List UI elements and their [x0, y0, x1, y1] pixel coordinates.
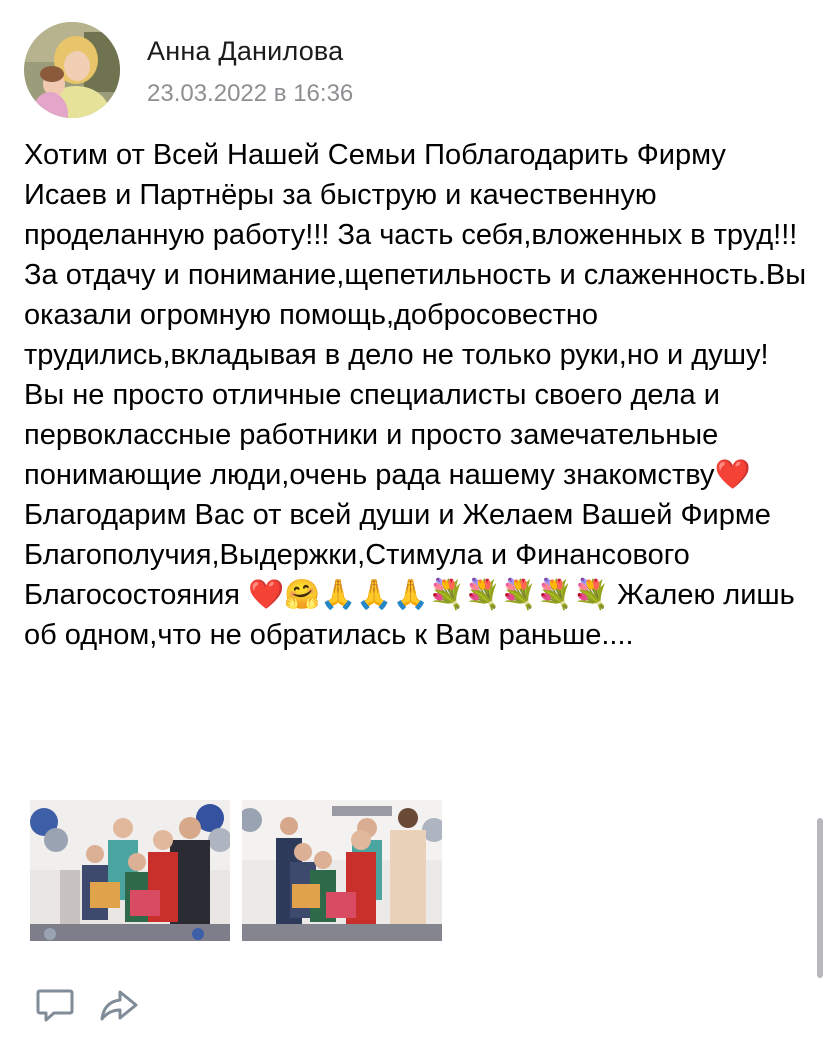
post-text: Хотим от Всей Нашей Семьи Поблагодарить …: [24, 139, 815, 651]
comment-icon: [36, 989, 74, 1022]
scrollbar[interactable]: [817, 818, 823, 978]
post-photo-1[interactable]: [30, 800, 230, 941]
post-date: 23.03.2022 в 16:36: [147, 80, 354, 107]
author-name[interactable]: Анна Данилова: [147, 36, 343, 67]
post-photo-2[interactable]: [242, 800, 442, 941]
avatar[interactable]: [24, 22, 120, 118]
share-button[interactable]: [98, 984, 140, 1026]
share-icon: [100, 990, 138, 1021]
comment-button[interactable]: [34, 984, 76, 1026]
